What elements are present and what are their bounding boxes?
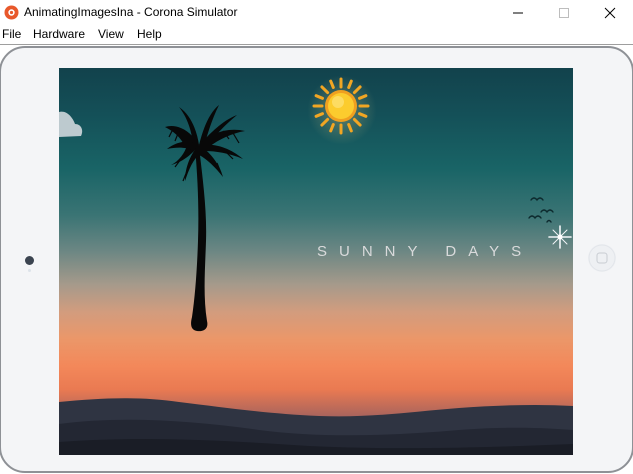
sunny-days-banner: SUNNY DAYS bbox=[317, 243, 534, 260]
title-bar: AnimatingImagesIna - Corona Simulator bbox=[0, 0, 633, 26]
home-button[interactable] bbox=[588, 244, 616, 272]
menu-help[interactable]: Help bbox=[137, 27, 162, 41]
menu-file[interactable]: File bbox=[2, 27, 21, 41]
menu-separator bbox=[0, 44, 633, 45]
palm-tree-icon bbox=[165, 105, 245, 332]
camera-icon bbox=[25, 256, 34, 265]
cloud-icon bbox=[59, 111, 83, 137]
menu-bar: File Hardware View Help bbox=[0, 26, 633, 44]
menu-hardware[interactable]: Hardware bbox=[33, 27, 85, 41]
close-button[interactable] bbox=[587, 0, 633, 26]
simulator-screen[interactable]: SUNNY DAYS bbox=[59, 68, 573, 455]
desert-dunes bbox=[59, 398, 573, 455]
home-button-icon bbox=[588, 244, 616, 272]
close-icon bbox=[604, 7, 616, 19]
maximize-button[interactable] bbox=[541, 0, 587, 26]
sensor-dot bbox=[28, 269, 31, 272]
bird-flock-icon bbox=[528, 197, 554, 223]
minimize-button[interactable] bbox=[495, 0, 541, 26]
menu-view[interactable]: View bbox=[98, 27, 124, 41]
sun-icon bbox=[312, 77, 370, 135]
minimize-icon bbox=[513, 12, 523, 14]
maximize-icon bbox=[559, 8, 569, 18]
window-title: AnimatingImagesIna - Corona Simulator bbox=[24, 5, 238, 19]
corona-app-icon bbox=[4, 5, 19, 20]
sparkle-icon bbox=[548, 225, 572, 249]
